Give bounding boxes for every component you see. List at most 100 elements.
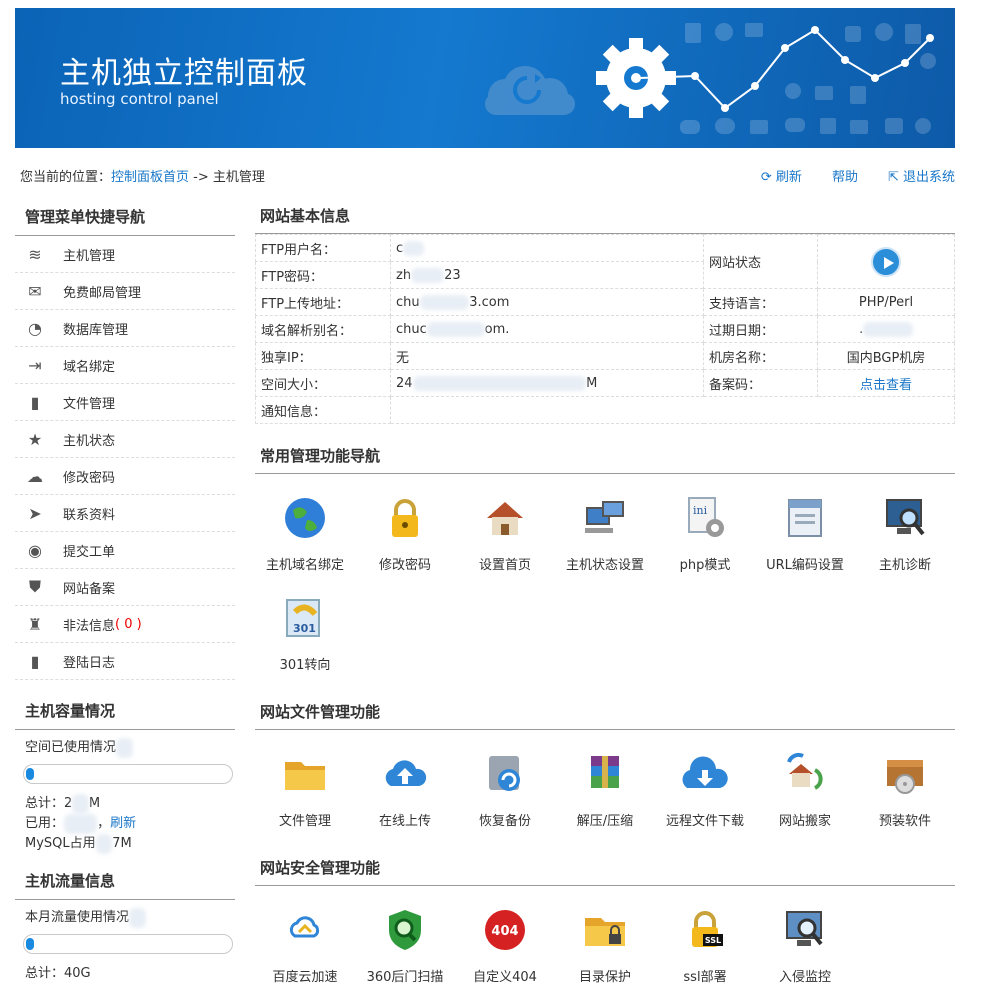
sidebar-item-label: 主机管理 bbox=[63, 248, 116, 264]
dns-alias-suffix: om. bbox=[484, 321, 510, 337]
tool-label: 主机状态设置 bbox=[565, 558, 644, 573]
tool-item[interactable]: URL编码设置 bbox=[755, 489, 855, 589]
table-row: FTP用户名： c 网站状态 bbox=[255, 234, 955, 289]
security-tools-title: 网站安全管理功能 bbox=[255, 850, 955, 886]
tool-item[interactable]: 301 301转向 bbox=[255, 589, 355, 689]
breadcrumb-separator: -> bbox=[189, 170, 213, 185]
refresh-label: 刷新 bbox=[775, 170, 802, 185]
shield-icon: ⛊ bbox=[28, 577, 41, 596]
banner-title: 主机独立控制面板 bbox=[60, 56, 308, 91]
sidebar-item-label: 提交工单 bbox=[63, 544, 116, 560]
svg-text:301: 301 bbox=[293, 622, 316, 635]
space-size-suffix: M bbox=[586, 375, 598, 391]
breadcrumb-home-link[interactable]: 控制面板首页 bbox=[111, 170, 189, 185]
tool-item[interactable]: 入侵监控 bbox=[755, 901, 855, 1001]
dns-alias-key: 域名解析别名： bbox=[255, 315, 391, 343]
sidebar-item[interactable]: ⛊ 网站备案 bbox=[15, 569, 235, 606]
tool-item[interactable]: 主机域名绑定 bbox=[255, 489, 355, 589]
sidebar-item[interactable]: ✉ 免费邮局管理 bbox=[15, 273, 235, 310]
sidebar-item[interactable]: ♜ 非法信息( 0 ) bbox=[15, 606, 235, 643]
traffic-title: 主机流量信息 bbox=[15, 862, 235, 900]
sidebar-item[interactable]: ⇥ 域名绑定 bbox=[15, 347, 235, 384]
sidebar-item[interactable]: ➤ 联系资料 bbox=[15, 495, 235, 532]
tool-item[interactable]: 主机诊断 bbox=[855, 489, 955, 589]
icp-view-link[interactable]: 点击查看 bbox=[860, 378, 912, 393]
tool-item[interactable]: 远程文件下载 bbox=[655, 745, 755, 845]
tool-item[interactable]: 恢复备份 bbox=[455, 745, 555, 845]
space-size-value: 24 M bbox=[390, 369, 704, 397]
tool-item[interactable]: 目录保护 bbox=[555, 901, 655, 1001]
dns-alias-text: chuc bbox=[396, 321, 427, 337]
tool-item[interactable]: 文件管理 bbox=[255, 745, 355, 845]
cloud-accel-icon bbox=[281, 906, 329, 954]
sidebar-item[interactable]: ≋ 主机管理 bbox=[15, 236, 235, 273]
table-row: 独享IP： 无 机房名称： 国内BGP机房 bbox=[255, 342, 955, 370]
tool-item[interactable]: 设置首页 bbox=[455, 489, 555, 589]
site-status-cell bbox=[817, 234, 955, 289]
tool-item[interactable]: SSL ssl部署 bbox=[655, 901, 755, 1001]
sidebar-item-label: 文件管理 bbox=[63, 396, 116, 412]
breadcrumb-bar: 您当前的位置：控制面板首页 -> 主机管理 ⟳ 刷新 帮助 ⇱ 退出系统 bbox=[20, 166, 955, 186]
language-value: PHP/Perl bbox=[817, 288, 955, 316]
file-icon: ▮ bbox=[30, 392, 40, 412]
tool-item[interactable]: 修改密码 bbox=[355, 489, 455, 589]
traffic-usage-label: 本月流量使用情况 bbox=[25, 910, 130, 925]
tool-label: 360后门扫描 bbox=[366, 970, 444, 985]
tool-label: 301转向 bbox=[279, 658, 331, 673]
dns-alias-value: chuc om. bbox=[390, 315, 704, 343]
tool-label: 文件管理 bbox=[278, 814, 331, 829]
basic-info-table: FTP用户名： c 网站状态 FTP密码： zh 23 FTP上传地址： chu… bbox=[255, 234, 955, 424]
ftp-address-key: FTP上传地址： bbox=[255, 288, 391, 316]
common-tools-title: 常用管理功能导航 bbox=[255, 438, 955, 474]
ftp-user-key: FTP用户名： bbox=[255, 234, 391, 262]
language-key: 支持语言： bbox=[703, 288, 818, 316]
logout-link[interactable]: ⇱ 退出系统 bbox=[888, 166, 955, 185]
sidebar-item[interactable]: ☁ 修改密码 bbox=[15, 458, 235, 495]
error-404-icon: 404 bbox=[481, 906, 529, 954]
tool-item[interactable]: 主机状态设置 bbox=[555, 489, 655, 589]
folder-icon bbox=[281, 750, 329, 798]
tool-label: URL编码设置 bbox=[766, 558, 844, 573]
tool-item[interactable]: 解压/压缩 bbox=[555, 745, 655, 845]
ftp-address-suffix: 3.com bbox=[469, 294, 510, 310]
icp-key: 备案码： bbox=[703, 369, 818, 397]
tool-item[interactable]: 360后门扫描 bbox=[355, 901, 455, 1001]
security-tools-grid: 百度云加速 360后门扫描 404 自定义404 目录保护 SSL ssl部署 入侵监控 bbox=[255, 886, 955, 1006]
help-link[interactable]: 帮助 bbox=[832, 166, 858, 185]
capacity-total: 总计：2 bbox=[25, 796, 73, 811]
monitor-search-icon bbox=[881, 494, 929, 542]
sidebar-item[interactable]: ★ 主机状态 bbox=[15, 421, 235, 458]
logout-label: 退出系统 bbox=[902, 170, 955, 185]
tool-item[interactable]: 预装软件 bbox=[855, 745, 955, 845]
table-row: 空间大小： 24 M 备案码： 点击查看 bbox=[255, 369, 955, 397]
sidebar-item[interactable]: ◉ 提交工单 bbox=[15, 532, 235, 569]
space-size-text: 24 bbox=[396, 375, 413, 391]
sidebar-item[interactable]: ▮ 文件管理 bbox=[15, 384, 235, 421]
capacity-progress-bar bbox=[23, 764, 233, 784]
main-content: 网站基本信息 FTP用户名： c 网站状态 FTP密码： zh 23 FTP上传… bbox=[255, 198, 955, 1006]
tool-item[interactable]: 网站搬家 bbox=[755, 745, 855, 845]
sidebar: 管理菜单快捷导航 ≋ 主机管理 ✉ 免费邮局管理 ◔ 数据库管理 ⇥ 域名绑定 ▮ 文件管理 ★ 主机… bbox=[15, 198, 235, 992]
tool-item[interactable]: 在线上传 bbox=[355, 745, 455, 845]
software-box-icon bbox=[881, 750, 929, 798]
capacity-refresh-link[interactable]: 刷新 bbox=[110, 816, 136, 831]
sidebar-item-label: 网站备案 bbox=[63, 581, 116, 597]
tool-item[interactable]: 404 自定义404 bbox=[455, 901, 555, 1001]
tool-item[interactable]: ini php模式 bbox=[655, 489, 755, 589]
traffic-panel: 本月流量使用情况 总计：40G bbox=[15, 900, 235, 992]
table-row: 域名解析别名： chuc om. 过期日期： . bbox=[255, 315, 955, 343]
tool-label: 预装软件 bbox=[878, 814, 931, 829]
refresh-link[interactable]: ⟳ 刷新 bbox=[761, 166, 802, 185]
cloud-refresh-icon: ☁ bbox=[27, 466, 43, 486]
tool-label: 自定义404 bbox=[473, 970, 537, 985]
archive-icon bbox=[581, 750, 629, 798]
sidebar-item-label: 免费邮局管理 bbox=[63, 285, 142, 301]
tool-item[interactable]: 百度云加速 bbox=[255, 901, 355, 1001]
sidebar-item[interactable]: ▮ 登陆日志 bbox=[15, 643, 235, 680]
tool-label: 主机诊断 bbox=[878, 558, 931, 573]
common-tools-grid: 主机域名绑定 修改密码 设置首页 主机状态设置 ini php模式 URL编码设置 主机诊断 3… bbox=[255, 474, 955, 694]
play-icon[interactable] bbox=[871, 246, 901, 277]
ftp-password-text: zh bbox=[396, 267, 412, 283]
tool-label: 百度云加速 bbox=[272, 970, 338, 985]
sidebar-item[interactable]: ◔ 数据库管理 bbox=[15, 310, 235, 347]
